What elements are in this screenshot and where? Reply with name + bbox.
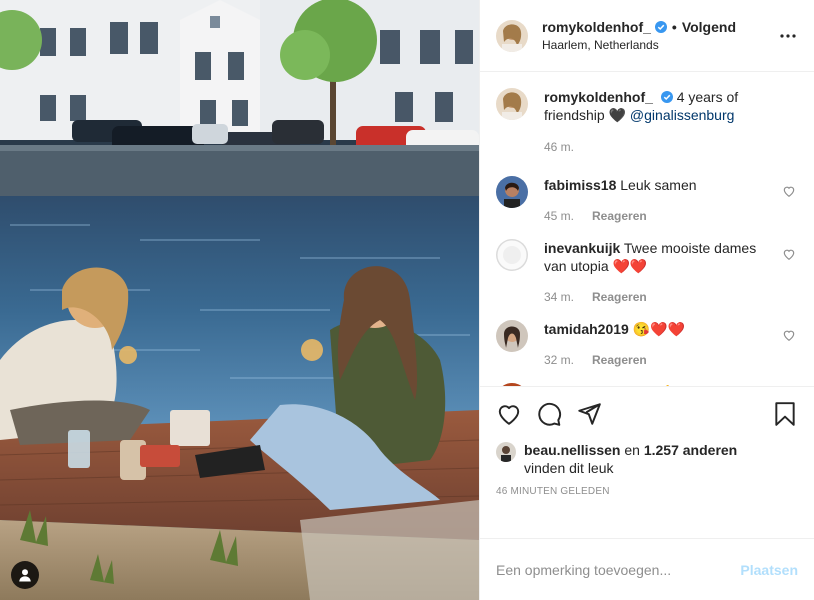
header-separator: • [671, 19, 677, 35]
comment-body: fabimiss18 Leuk samen 45 m. Reageren [544, 176, 798, 225]
author-avatar-image [496, 19, 528, 52]
post-actions: beau.nellissen en 1.257 anderen vinden d… [480, 386, 814, 538]
comment-avatar[interactable] [496, 383, 528, 386]
tagged-users-button[interactable] [11, 561, 39, 589]
comment-like-heart-icon[interactable] [782, 247, 796, 261]
comment-text: 👍 [658, 384, 675, 386]
likes-text: beau.nellissen en 1.257 anderen vinden d… [524, 441, 737, 477]
author-avatar[interactable] [496, 19, 528, 52]
verified-badge-icon [654, 21, 667, 33]
caption-avatar[interactable] [496, 88, 528, 120]
save-bookmark-icon[interactable] [772, 401, 798, 427]
comment-time[interactable]: 32 m. [544, 351, 574, 369]
comment-like-heart-icon[interactable] [782, 328, 796, 342]
post-side-panel: romykoldenhof_ • Volgend Haarlem, Nether… [479, 0, 814, 600]
action-icons-row [496, 399, 798, 429]
reply-button[interactable]: Reageren [592, 288, 647, 306]
comment-body: inevankuijk Twee mooiste dames van utopi… [544, 239, 798, 306]
photo-canvas [0, 0, 479, 600]
post-photo[interactable] [0, 0, 479, 600]
default-avatar-icon [496, 239, 528, 271]
liker-avatar-image [496, 442, 516, 462]
comment-username[interactable]: jeanettemensing [544, 384, 654, 386]
liker-avatar[interactable] [496, 442, 516, 462]
comment-item: tamidah2019 😘❤️❤️ 32 m. Reageren [496, 320, 798, 369]
more-options-button[interactable] [776, 24, 800, 48]
comment-like-heart-icon[interactable] [782, 184, 796, 198]
caption-username[interactable]: romykoldenhof_ [544, 89, 653, 105]
caption-mention[interactable]: @ginalissenburg [630, 107, 735, 123]
post-location[interactable]: Haarlem, Netherlands [542, 38, 776, 52]
likes-conjunction: en [620, 442, 644, 458]
liker-username[interactable]: beau.nellissen [524, 442, 620, 458]
comment-avatar-image [496, 176, 528, 208]
comment-meta: 45 m. Reageren [544, 207, 776, 225]
comment-avatar[interactable] [496, 176, 528, 208]
comment-text: Leuk samen [620, 177, 697, 193]
comment-text: 😘❤️❤️ [632, 321, 686, 337]
comment-meta: 32 m. Reageren [544, 351, 776, 369]
post-caption: romykoldenhof_ 4 years of friendship 🖤 @… [496, 88, 798, 156]
likes-count[interactable]: 1.257 anderen [644, 442, 737, 458]
comment-time[interactable]: 34 m. [544, 288, 574, 306]
comment-meta: 34 m. Reageren [544, 288, 776, 306]
caption-meta: 46 m. [544, 138, 776, 156]
caption-time[interactable]: 46 m. [544, 138, 574, 156]
comment-username[interactable]: fabimiss18 [544, 177, 616, 193]
comment-username[interactable]: inevankuijk [544, 240, 620, 256]
post-modal: romykoldenhof_ • Volgend Haarlem, Nether… [0, 0, 814, 600]
comment-input[interactable] [496, 561, 741, 578]
more-horizontal-icon [780, 33, 796, 38]
likes-summary: beau.nellissen en 1.257 anderen vinden d… [496, 441, 798, 477]
comment-avatar-image [496, 383, 528, 386]
post-timestamp[interactable]: 46 minuten geleden [496, 486, 798, 497]
share-paper-plane-icon[interactable] [576, 401, 602, 427]
comment-username[interactable]: tamidah2019 [544, 321, 629, 337]
caption-body: romykoldenhof_ 4 years of friendship 🖤 @… [544, 88, 798, 156]
follow-button[interactable]: Volgend [682, 19, 736, 35]
caption-avatar-image [496, 88, 528, 120]
author-username[interactable]: romykoldenhof_ [542, 19, 651, 35]
header-text: romykoldenhof_ • Volgend Haarlem, Nether… [542, 19, 776, 52]
likes-suffix: vinden dit leuk [524, 460, 614, 476]
comment-avatar[interactable] [496, 239, 528, 271]
post-comment-button[interactable]: Plaatsen [740, 562, 798, 578]
comment-body: jeanettemensing 👍 [544, 383, 798, 386]
comment-item: fabimiss18 Leuk samen 45 m. Reageren [496, 176, 798, 225]
post-header: romykoldenhof_ • Volgend Haarlem, Nether… [480, 0, 814, 72]
comment-body: tamidah2019 😘❤️❤️ 32 m. Reageren [544, 320, 798, 369]
reply-button[interactable]: Reageren [592, 207, 647, 225]
comment-item: jeanettemensing 👍 [496, 383, 798, 386]
header-line: romykoldenhof_ • Volgend [542, 19, 776, 35]
comment-time[interactable]: 45 m. [544, 207, 574, 225]
comment-avatar-image [496, 320, 528, 352]
reply-button[interactable]: Reageren [592, 351, 647, 369]
comment-item: inevankuijk Twee mooiste dames van utopi… [496, 239, 798, 306]
comment-bubble-icon[interactable] [536, 401, 562, 427]
comment-avatar[interactable] [496, 320, 528, 352]
verified-badge-icon [660, 91, 673, 103]
user-icon [19, 569, 31, 582]
add-comment-bar: Plaatsen [480, 538, 814, 600]
like-heart-icon[interactable] [496, 401, 522, 427]
comments-list[interactable]: romykoldenhof_ 4 years of friendship 🖤 @… [480, 72, 814, 386]
